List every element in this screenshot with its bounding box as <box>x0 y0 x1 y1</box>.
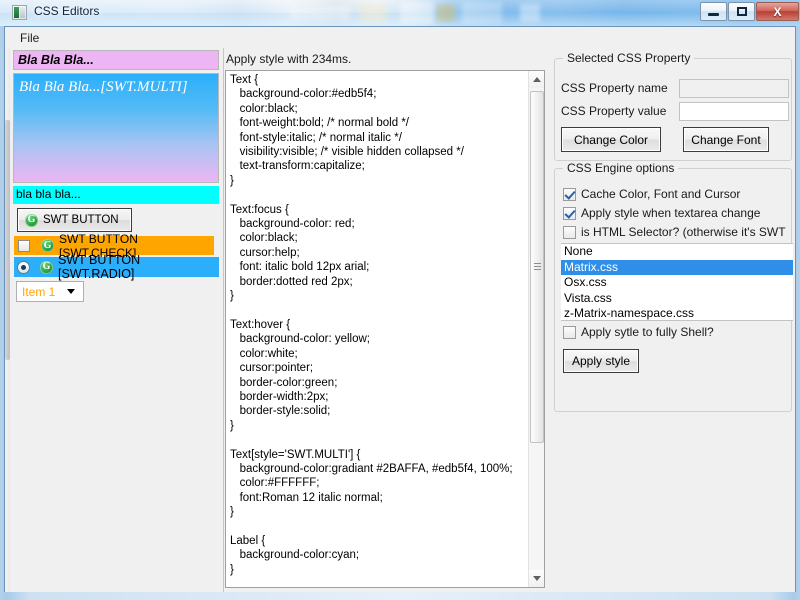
glass-reflection <box>360 3 386 23</box>
list-item[interactable]: Osx.css <box>561 275 793 291</box>
change-font-button[interactable]: Change Font <box>683 127 769 152</box>
app-icon <box>12 5 27 20</box>
list-item[interactable]: None <box>561 244 793 260</box>
text-multi-widget[interactable]: Bla Bla Bla...[SWT.MULTI] <box>13 73 219 183</box>
group-title: CSS Engine options <box>563 161 678 175</box>
list-item[interactable]: z-Matrix-namespace.css <box>561 306 793 321</box>
checkbox-apply-style-to-fully-shell[interactable]: Apply sytle to fully Shell? <box>563 325 787 339</box>
text-single-widget[interactable]: Bla Bla Bla... <box>13 50 219 70</box>
change-color-button[interactable]: Change Color <box>561 127 661 152</box>
scroll-down-button[interactable] <box>529 570 545 587</box>
status-text: Apply style with 234ms. <box>226 52 351 66</box>
scrollbar-thumb[interactable] <box>530 91 544 443</box>
combo-value: Item 1 <box>17 285 67 299</box>
glass-reflection <box>462 2 502 24</box>
list-item[interactable]: Matrix.css <box>561 260 793 276</box>
checkbox-icon[interactable] <box>18 240 30 252</box>
checkbox-icon[interactable] <box>563 326 576 339</box>
triangle-up-icon <box>533 77 541 82</box>
menu-item-file[interactable]: File <box>11 29 48 47</box>
maximize-button[interactable] <box>728 2 755 21</box>
selected-css-property-group: Selected CSS Property CSS Property name … <box>554 58 792 161</box>
css-source-text[interactable]: Text { background-color:#edb5f4; color:b… <box>230 73 522 577</box>
css-property-name-label: CSS Property name <box>561 81 668 95</box>
window-title: CSS Editors <box>34 4 99 18</box>
editor-vertical-scrollbar[interactable] <box>528 71 544 587</box>
minimize-button[interactable] <box>700 2 727 21</box>
css-file-list[interactable]: None Matrix.css Osx.css Vista.css z-Matr… <box>561 243 793 321</box>
css-source-editor[interactable]: Text { background-color:#edb5f4; color:b… <box>225 70 545 588</box>
chevron-down-icon[interactable] <box>67 289 75 294</box>
checkbox-is-html-selector[interactable]: is HTML Selector? (otherwise it's SWT Se… <box>563 225 789 239</box>
main-body: Bla Bla Bla... Bla Bla Bla...[SWT.MULTI]… <box>5 48 795 592</box>
green-g-icon <box>25 214 38 227</box>
label-widget: bla bla bla... <box>13 186 219 204</box>
radio-icon[interactable] <box>17 261 30 274</box>
group-title: Selected CSS Property <box>563 51 694 65</box>
application-window: CSS Editors X File Bla Bla Bla... <box>0 0 800 600</box>
checkbox-icon[interactable] <box>563 226 576 239</box>
glass-reflection <box>400 2 434 24</box>
css-editor-panel: Apply style with 234ms. Text { backgroun… <box>224 48 550 592</box>
widgets-preview-panel: Bla Bla Bla... Bla Bla Bla...[SWT.MULTI]… <box>5 48 224 592</box>
close-icon: X <box>757 3 798 20</box>
checkbox-icon[interactable] <box>563 188 576 201</box>
minimize-icon <box>701 3 726 20</box>
checkbox-icon[interactable] <box>563 207 576 220</box>
css-engine-options-group: CSS Engine options Cache Color, Font and… <box>554 168 792 412</box>
glass-reflection <box>437 5 455 21</box>
triangle-down-icon <box>533 576 541 581</box>
css-property-value-label: CSS Property value <box>561 104 666 118</box>
checkbox-label: Apply sytle to fully Shell? <box>581 325 714 339</box>
green-g-icon <box>41 239 54 252</box>
checkbox-cache-color-font-cursor[interactable]: Cache Color, Font and Cursor <box>563 187 787 201</box>
css-property-value-input[interactable] <box>679 102 789 121</box>
swt-radio-button-label: SWT BUTTON [SWT.RADIO] <box>58 253 219 281</box>
checkbox-label: Apply style when textarea change <box>581 206 760 220</box>
apply-style-button[interactable]: Apply style <box>563 349 639 373</box>
checkbox-label: Cache Color, Font and Cursor <box>581 187 740 201</box>
checkbox-label: is HTML Selector? (otherwise it's SWT Se… <box>581 225 789 239</box>
close-button[interactable]: X <box>756 2 799 21</box>
title-bar[interactable]: CSS Editors X <box>0 0 800 26</box>
green-g-icon <box>40 261 53 274</box>
swt-push-button[interactable]: SWT BUTTON <box>17 208 132 232</box>
maximize-icon <box>729 3 754 20</box>
swt-push-button-label: SWT BUTTON <box>43 214 119 226</box>
scroll-up-button[interactable] <box>529 71 545 88</box>
menu-bar: File <box>5 27 795 49</box>
css-property-name-input[interactable] <box>679 79 789 98</box>
client-area: File Bla Bla Bla... Bla Bla Bla...[SWT.M… <box>4 26 796 592</box>
grip-icon <box>534 263 541 271</box>
list-item[interactable]: Vista.css <box>561 291 793 307</box>
preview-widgets: Bla Bla Bla... Bla Bla Bla...[SWT.MULTI]… <box>10 48 223 592</box>
combo-box[interactable]: Item 1 <box>16 281 84 302</box>
swt-radio-button[interactable]: SWT BUTTON [SWT.RADIO] <box>14 257 219 277</box>
options-panel: Selected CSS Property CSS Property name … <box>551 48 795 592</box>
glass-reflection <box>290 6 350 20</box>
glass-reflection <box>520 4 540 22</box>
checkbox-apply-style-on-textarea-change[interactable]: Apply style when textarea change <box>563 206 787 220</box>
